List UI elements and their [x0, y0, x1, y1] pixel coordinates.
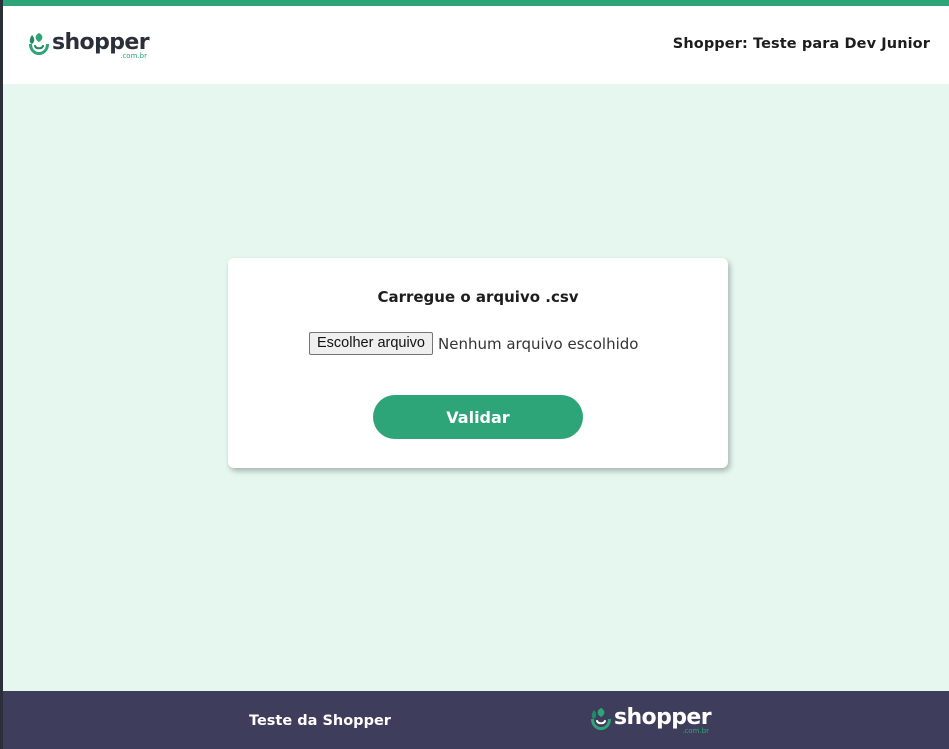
file-status-text: Nenhum arquivo escolhido	[438, 334, 639, 353]
validate-button[interactable]: Validar	[373, 395, 583, 439]
file-input[interactable]: Escolher arquivo Nenhum arquivo escolhid…	[309, 332, 638, 355]
main-area: Carregue o arquivo .csv Escolher arquivo…	[3, 84, 949, 691]
logo-domain: .com.br	[120, 52, 147, 60]
upload-card-title: Carregue o arquivo .csv	[377, 288, 579, 306]
shopper-logo-icon	[29, 33, 49, 55]
footer-text: Teste da Shopper	[249, 713, 391, 729]
footer: Teste da Shopper shopper .com.br	[0, 691, 949, 749]
choose-file-button[interactable]: Escolher arquivo	[309, 332, 433, 355]
header-logo[interactable]: shopper .com.br	[27, 30, 150, 60]
window-left-edge	[0, 0, 3, 749]
header: shopper .com.br Shopper: Teste para Dev …	[3, 6, 949, 84]
header-title: Shopper: Teste para Dev Junior	[672, 36, 930, 52]
logo-domain: .com.br	[682, 727, 709, 735]
shopper-logo-icon	[591, 708, 611, 730]
footer-logo[interactable]: shopper .com.br	[589, 705, 712, 735]
upload-card: Carregue o arquivo .csv Escolher arquivo…	[228, 258, 728, 468]
